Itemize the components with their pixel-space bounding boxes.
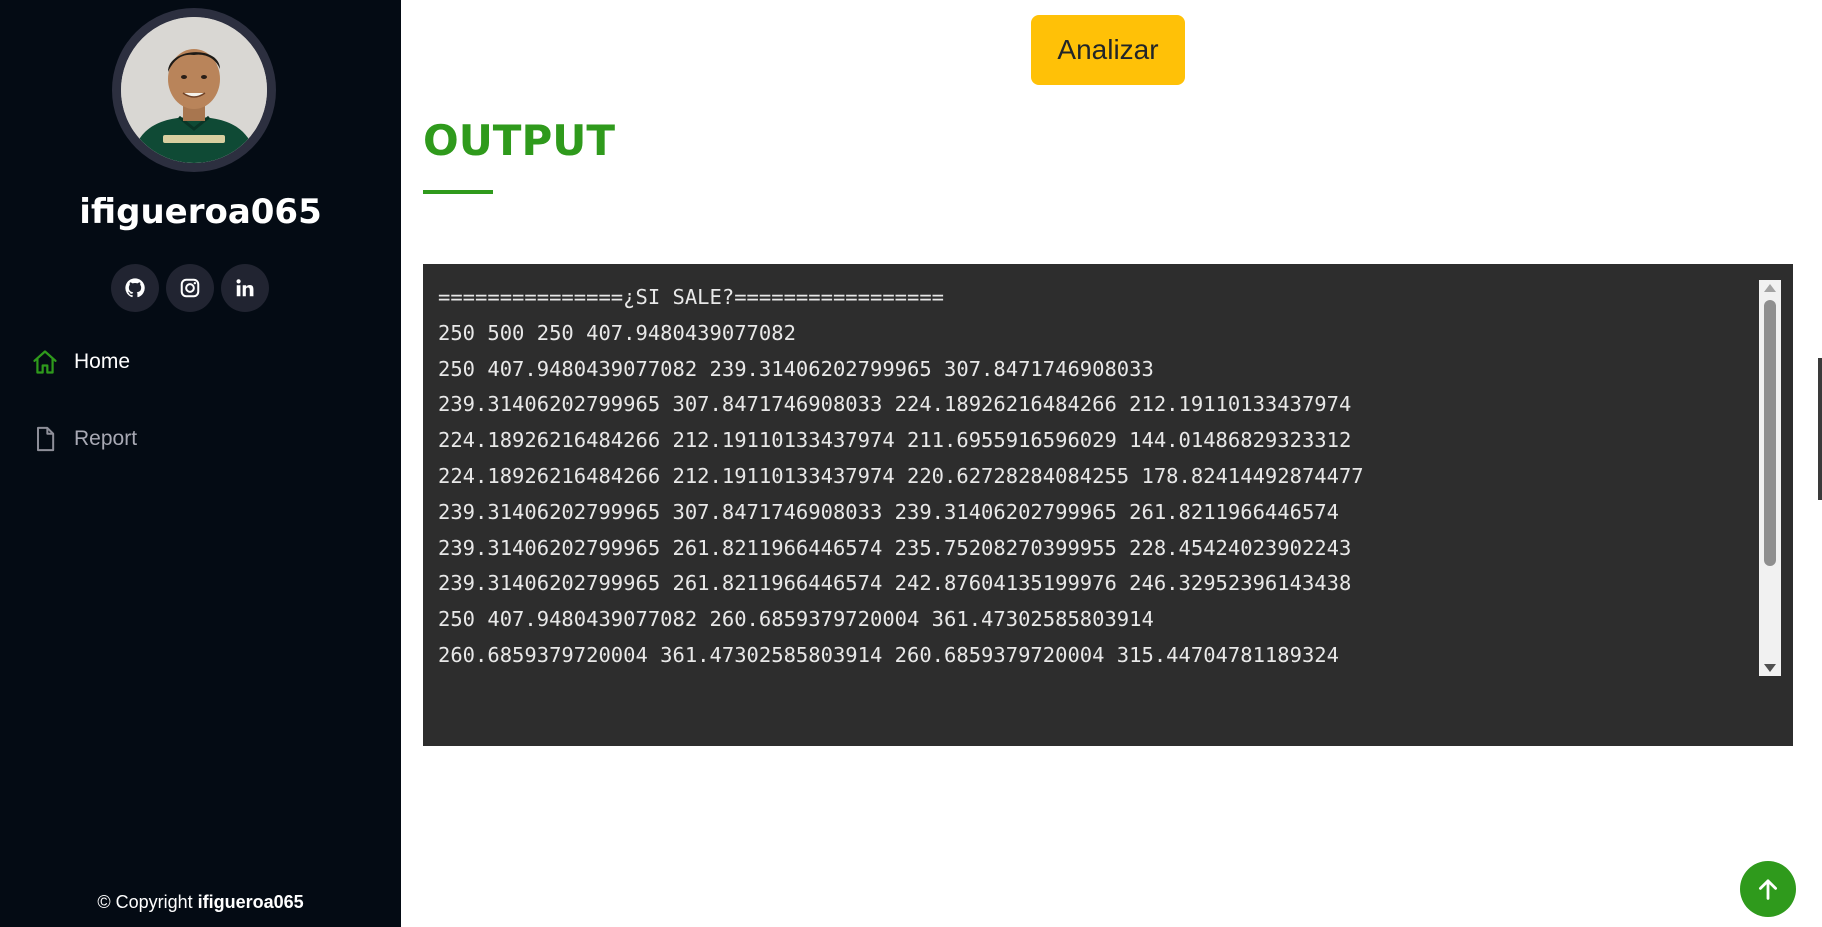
nav-item-home[interactable]: Home: [30, 340, 137, 384]
output-text[interactable]: ===============¿SI SALE?================…: [438, 280, 1758, 676]
profile-photo: [121, 17, 267, 163]
copyright: © Copyright ifigueroa065: [0, 892, 401, 913]
nav-item-report[interactable]: Report: [30, 417, 137, 461]
sidebar: ifigueroa065 Home Report © Copyright ifi…: [0, 0, 401, 927]
analyze-button[interactable]: Analizar: [1031, 15, 1185, 85]
output-console: ===============¿SI SALE?================…: [423, 264, 1793, 746]
instagram-icon: [180, 278, 200, 298]
output-line: 224.18926216484266 212.19110133437974 21…: [438, 428, 1352, 453]
scroll-down-arrow[interactable]: [1764, 664, 1776, 672]
linkedin-link[interactable]: [221, 264, 269, 312]
copyright-prefix: © Copyright: [97, 892, 198, 912]
file-icon: [30, 424, 60, 454]
github-link[interactable]: [111, 264, 159, 312]
output-line: 260.6859379720004 315.44704781189324 257…: [438, 674, 1758, 676]
section-title: OUTPUT: [423, 116, 615, 165]
back-to-top-button[interactable]: [1740, 861, 1796, 917]
title-underline: [423, 190, 493, 194]
nav-label-report: Report: [74, 427, 138, 450]
output-line: 224.18926216484266 212.19110133437974 22…: [438, 463, 1364, 488]
output-line: 239.31406202799965 307.8471746908033 239…: [438, 499, 1339, 524]
output-line: 250 407.9480439077082 239.31406202799965…: [438, 356, 1154, 381]
output-line: 239.31406202799965 261.8211966446574 235…: [438, 535, 1352, 560]
output-line: 260.6859379720004 361.47302585803914 260…: [438, 642, 1339, 667]
output-scrollbar[interactable]: [1759, 280, 1781, 676]
github-icon: [125, 278, 145, 298]
scroll-up-arrow[interactable]: [1764, 284, 1776, 292]
avatar: [112, 8, 276, 172]
home-icon: [30, 347, 60, 377]
arrow-up-icon: [1759, 879, 1777, 900]
copyright-name: ifigueroa065: [197, 892, 304, 912]
output-line: 250 407.9480439077082 260.6859379720004 …: [438, 607, 1154, 632]
sidebar-nav: Home Report: [30, 340, 137, 494]
output-line: 250 500 250 407.9480439077082: [438, 320, 796, 345]
social-links: [111, 264, 269, 312]
profile-name: ifigueroa065: [79, 192, 322, 232]
scroll-thumb[interactable]: [1764, 300, 1776, 566]
nav-label-home: Home: [74, 350, 131, 373]
linkedin-icon: [236, 279, 254, 297]
output-line: ===============¿SI SALE?================…: [438, 285, 945, 309]
output-line: 239.31406202799965 261.8211966446574 242…: [438, 571, 1352, 596]
output-line: 239.31406202799965 307.8471746908033 224…: [438, 392, 1352, 417]
instagram-link[interactable]: [166, 264, 214, 312]
page-scrollbar-edge: [1818, 358, 1822, 500]
